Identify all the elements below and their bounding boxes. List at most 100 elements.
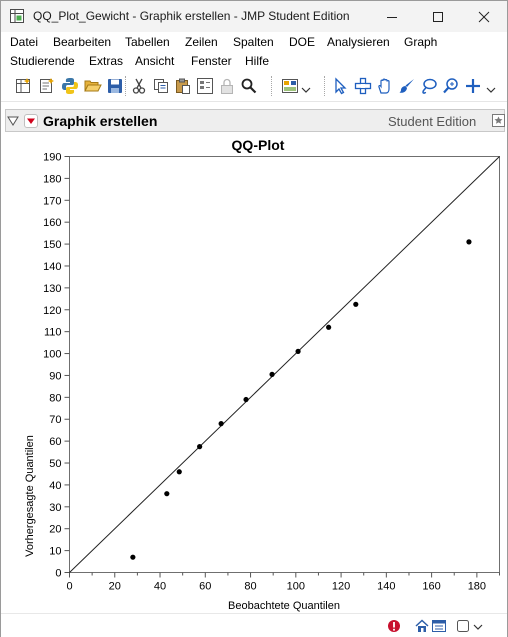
toolbar-separator — [324, 76, 326, 96]
y-tick-label: 40 — [49, 480, 61, 492]
x-tick-label: 20 — [109, 581, 121, 593]
y-tick-label: 120 — [43, 305, 61, 317]
y-tick-label: 140 — [43, 261, 61, 273]
x-tick-label: 120 — [332, 581, 350, 593]
search-icon[interactable] — [240, 77, 258, 95]
minimize-icon — [387, 16, 397, 18]
data-point[interactable] — [176, 469, 182, 475]
python-icon[interactable] — [61, 77, 79, 95]
data-point[interactable] — [269, 371, 275, 377]
x-axis-label: Beobachtete Quantilen — [228, 600, 340, 612]
menu-studierende[interactable]: Studierende — [10, 54, 75, 68]
new-script-icon[interactable] — [38, 77, 56, 95]
open-folder-icon[interactable] — [84, 77, 102, 95]
y-tick-label: 60 — [49, 436, 61, 448]
menu-analysieren[interactable]: Analysieren — [327, 35, 390, 49]
y-tick-label: 110 — [44, 327, 62, 339]
red-triangle-menu-icon[interactable] — [24, 114, 38, 128]
window-list-icon[interactable] — [432, 619, 446, 633]
data-point[interactable] — [243, 396, 249, 403]
y-tick-label: 170 — [43, 195, 61, 207]
y-tick-label: 180 — [43, 173, 61, 185]
chevron-down-icon[interactable] — [301, 86, 311, 94]
error-alert-icon[interactable] — [387, 619, 401, 633]
toolbar-separator — [125, 76, 127, 96]
maximize-button[interactable] — [415, 1, 461, 32]
title-bar[interactable]: QQ_Plot_Gewicht - Graphik erstellen - JM… — [1, 1, 507, 32]
menu-graph[interactable]: Graph — [404, 35, 437, 49]
new-data-table-icon[interactable] — [15, 77, 33, 95]
menu-spalten[interactable]: Spalten — [233, 35, 274, 49]
data-view-icon[interactable] — [196, 77, 214, 95]
paste-icon[interactable] — [174, 77, 192, 95]
y-tick-label: 30 — [49, 502, 61, 514]
x-tick-label: 100 — [287, 581, 305, 593]
menu-hilfe[interactable]: Hilfe — [245, 54, 269, 68]
y-axis-label: Vorhergesagte Quantilen — [24, 435, 36, 557]
save-icon[interactable] — [106, 77, 124, 95]
crosshair-tool-icon[interactable] — [354, 77, 372, 95]
y-tick-label: 80 — [49, 392, 61, 404]
menu-tabellen[interactable]: Tabellen — [125, 35, 170, 49]
data-point[interactable] — [130, 554, 136, 560]
window-title: QQ_Plot_Gewicht - Graphik erstellen - JM… — [33, 9, 350, 23]
y-tick-label: 50 — [49, 458, 61, 470]
magnifier-tool-icon[interactable] — [442, 77, 460, 95]
copy-icon[interactable] — [152, 77, 170, 95]
y-tick-label: 90 — [49, 370, 61, 382]
y-tick-label: 160 — [43, 217, 61, 229]
x-tick-label: 80 — [244, 581, 256, 593]
plus-tool-icon[interactable] — [464, 77, 482, 95]
y-tick-label: 0 — [55, 568, 61, 580]
menu-doe[interactable]: DOE — [289, 35, 315, 49]
edition-label: Student Edition — [388, 114, 477, 129]
data-point[interactable] — [164, 491, 170, 497]
toolbar — [1, 72, 507, 102]
report-title: Graphik erstellen — [43, 113, 158, 129]
y-tick-label: 70 — [49, 414, 61, 426]
cut-icon[interactable] — [130, 77, 148, 95]
jmp-app-icon — [10, 9, 24, 23]
y-tick-label: 130 — [43, 283, 61, 295]
x-tick-label: 160 — [422, 581, 440, 593]
data-point[interactable] — [218, 421, 224, 427]
minimize-button[interactable] — [369, 1, 415, 32]
x-tick-label: 140 — [377, 581, 395, 593]
status-bar — [1, 613, 507, 637]
menu-zeilen[interactable]: Zeilen — [185, 35, 218, 49]
lasso-tool-icon[interactable] — [420, 77, 438, 95]
x-tick-label: 0 — [66, 581, 72, 593]
checkbox-icon[interactable] — [456, 619, 470, 633]
chevron-down-icon[interactable] — [486, 86, 496, 94]
close-button[interactable] — [461, 1, 507, 32]
chart-title: QQ-Plot — [232, 137, 285, 153]
arrow-tool-icon[interactable] — [332, 77, 350, 95]
pin-icon[interactable] — [492, 114, 505, 127]
lock-icon[interactable] — [218, 77, 236, 95]
menu-bearbeiten[interactable]: Bearbeiten — [53, 35, 111, 49]
y-tick-label: 100 — [43, 349, 61, 361]
home-icon[interactable] — [415, 619, 429, 633]
x-tick-label: 60 — [199, 581, 211, 593]
menu-ansicht[interactable]: Ansicht — [135, 54, 174, 68]
y-tick-label: 10 — [49, 546, 61, 558]
data-point[interactable] — [197, 444, 203, 450]
hand-tool-icon[interactable] — [376, 77, 394, 95]
data-point[interactable] — [353, 301, 359, 307]
menu-extras[interactable]: Extras — [89, 54, 123, 68]
maximize-icon — [433, 11, 443, 22]
menu-fenster[interactable]: Fenster — [191, 54, 232, 68]
red-triangle-icon — [27, 118, 35, 124]
y-tick-label: 150 — [43, 239, 61, 251]
data-point[interactable] — [326, 324, 332, 330]
chevron-down-icon[interactable] — [473, 623, 483, 631]
data-point[interactable] — [466, 239, 472, 245]
dashboard-icon[interactable] — [281, 77, 299, 95]
app-window: QQ_Plot_Gewicht - Graphik erstellen - JM… — [0, 0, 508, 637]
disclosure-triangle-icon[interactable] — [7, 115, 19, 127]
brush-tool-icon[interactable] — [398, 77, 416, 95]
x-tick-label: 40 — [154, 581, 166, 593]
data-point[interactable] — [295, 348, 301, 354]
menu-datei[interactable]: Datei — [10, 35, 38, 49]
y-tick-label: 20 — [49, 524, 61, 536]
